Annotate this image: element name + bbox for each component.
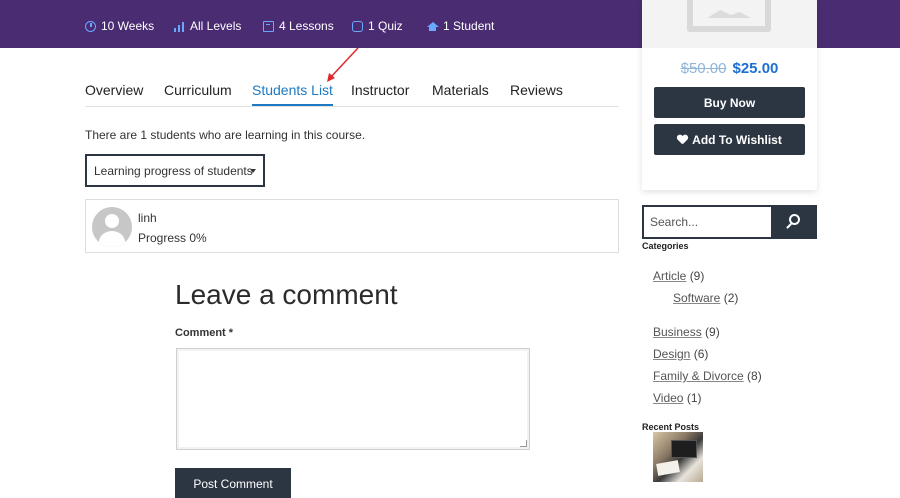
meta-lessons-text: 4 Lessons	[279, 19, 334, 33]
progress-filter-value: Learning progress of students	[94, 163, 253, 178]
course-purchase-card: $50.00 $25.00 Buy Now Add To Wishlist	[642, 0, 817, 190]
category-link-software[interactable]: Software	[673, 291, 720, 305]
comment-label-text: Comment	[175, 327, 226, 339]
search-button[interactable]	[773, 205, 817, 239]
tab-overview[interactable]: Overview	[85, 82, 143, 98]
graduation-cap-icon	[427, 21, 439, 32]
meta-level: All Levels	[174, 19, 241, 33]
comment-heading: Leave a comment	[175, 279, 398, 310]
level-bars-icon	[174, 21, 185, 32]
category-link-article[interactable]: Article	[653, 269, 686, 283]
buy-now-button[interactable]: Buy Now	[654, 87, 805, 118]
required-mark: *	[228, 327, 234, 339]
resize-handle-icon[interactable]	[520, 440, 527, 447]
meta-lessons: 4 Lessons	[263, 19, 334, 33]
category-count: (2)	[723, 291, 739, 305]
search-input[interactable]	[642, 205, 773, 239]
avatar	[92, 207, 132, 247]
meta-quiz-text: 1 Quiz	[368, 19, 403, 33]
tab-curriculum[interactable]: Curriculum	[164, 82, 232, 98]
annotation-arrow-icon	[327, 47, 359, 82]
tab-reviews[interactable]: Reviews	[510, 82, 563, 98]
category-software: Software (2)	[673, 291, 738, 305]
recent-post-thumbnail[interactable]	[653, 432, 703, 482]
tab-students-list[interactable]: Students List	[252, 82, 333, 106]
category-link-family-divorce[interactable]: Family & Divorce	[653, 369, 744, 383]
puzzle-icon	[352, 20, 363, 32]
course-price: $50.00 $25.00	[642, 60, 817, 77]
recent-posts-heading: Recent Posts	[642, 422, 700, 432]
category-count: (6)	[693, 347, 709, 361]
course-image-placeholder	[642, 0, 817, 48]
category-count: (1)	[686, 391, 702, 405]
category-count: (9)	[705, 325, 720, 339]
original-price: $50.00	[680, 60, 727, 77]
heart-icon	[677, 135, 687, 145]
category-link-video[interactable]: Video	[653, 391, 683, 405]
post-comment-label: Post Comment	[193, 477, 273, 491]
comment-textarea[interactable]	[176, 348, 530, 450]
meta-students: 1 Student	[427, 19, 494, 33]
tab-materials[interactable]: Materials	[432, 82, 489, 98]
progress-filter-select[interactable]: Learning progress of students	[85, 154, 265, 187]
meta-level-text: All Levels	[190, 19, 242, 33]
clock-icon	[85, 20, 96, 32]
image-placeholder-icon	[687, 0, 771, 32]
student-list-item: linh Progress 0%	[85, 199, 619, 253]
category-video: Video (1)	[653, 391, 702, 405]
buy-now-label: Buy Now	[703, 95, 756, 110]
student-progress: Progress 0%	[138, 231, 207, 245]
post-comment-button[interactable]: Post Comment	[175, 468, 291, 498]
category-count: (9)	[689, 269, 705, 283]
category-family-divorce: Family & Divorce (8)	[653, 369, 762, 383]
sale-price: $25.00	[732, 60, 779, 77]
category-business: Business (9)	[653, 325, 720, 339]
categories-heading: Categories	[642, 241, 689, 251]
meta-quiz: 1 Quiz	[352, 19, 403, 33]
lessons-icon	[263, 20, 274, 32]
student-name: linh	[138, 211, 157, 225]
category-design: Design (6)	[653, 347, 708, 361]
sidebar-search	[642, 205, 817, 239]
comment-field-label: Comment *	[175, 327, 233, 339]
category-link-design[interactable]: Design	[653, 347, 690, 361]
category-article: Article (9)	[653, 269, 704, 283]
meta-duration: 10 Weeks	[85, 19, 154, 33]
meta-students-text: 1 Student	[443, 19, 495, 33]
students-summary: There are 1 students who are learning in…	[85, 128, 366, 142]
search-icon	[789, 214, 800, 225]
meta-duration-text: 10 Weeks	[101, 19, 155, 33]
category-count: (8)	[747, 369, 762, 383]
add-to-wishlist-button[interactable]: Add To Wishlist	[654, 124, 805, 155]
caret-down-icon	[250, 169, 256, 173]
wishlist-label: Add To Wishlist	[692, 132, 782, 147]
category-link-business[interactable]: Business	[653, 325, 702, 339]
